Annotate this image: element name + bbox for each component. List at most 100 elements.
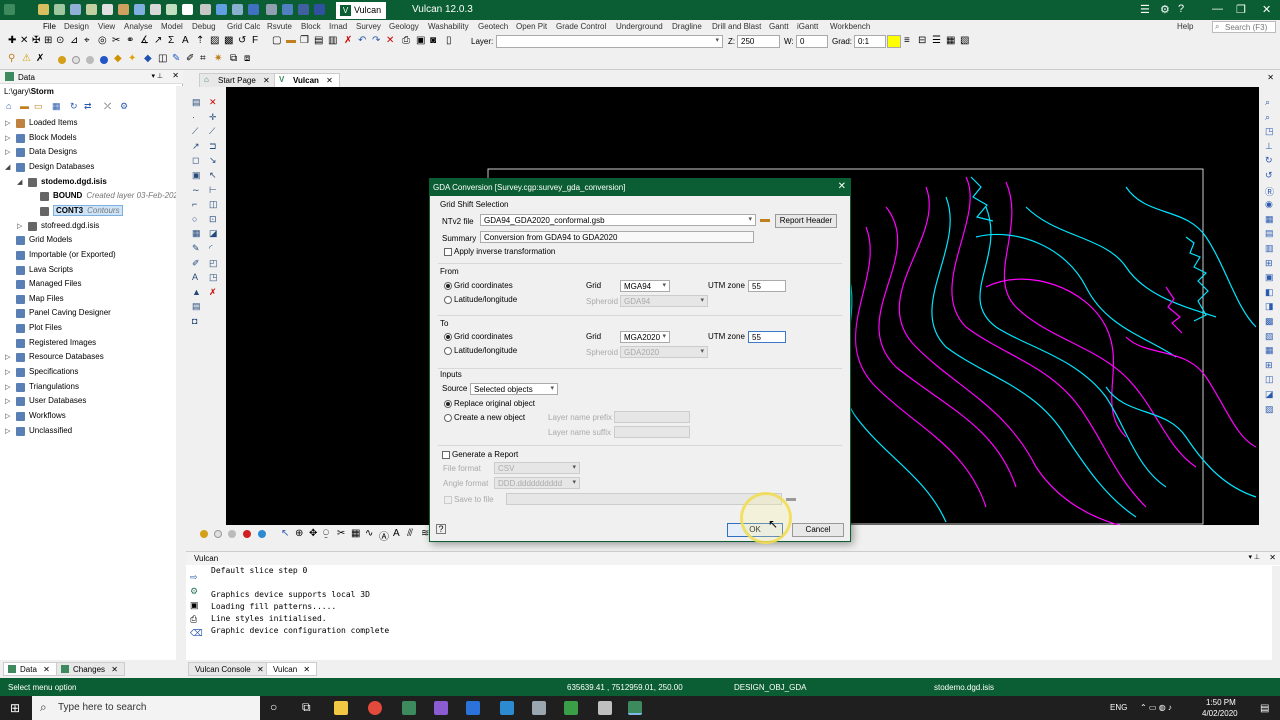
quick-action-icon[interactable] (102, 4, 113, 15)
grid-icon[interactable]: ▦ (192, 228, 201, 239)
to-grid-coordinates-radio[interactable] (444, 333, 452, 341)
search-input[interactable]: ⌕ Search (F3) (1212, 21, 1276, 33)
view-tool-icon[interactable]: ◨ (1265, 301, 1274, 312)
layer-suffix-input[interactable] (614, 426, 690, 438)
line-icon[interactable]: ⟋ (192, 126, 198, 137)
visual-studio-icon[interactable] (434, 701, 448, 715)
folder-icon[interactable]: ▬ (786, 493, 796, 504)
from-grid-select[interactable]: MGA94 ▾ (620, 280, 670, 292)
to-spheroid-select[interactable]: GDA2020 ▾ (620, 346, 708, 358)
layers-icon[interactable]: ◫ (158, 53, 167, 64)
attribute-icon[interactable]: ▦ (946, 35, 955, 46)
view-tool-icon[interactable]: ◪ (1265, 389, 1274, 400)
tree-expander-icon[interactable]: ▷ (5, 353, 10, 361)
move-icon[interactable]: ✛ (209, 112, 217, 123)
tree-item[interactable]: Plot Files (29, 323, 62, 332)
tree-item[interactable]: User Databases (29, 396, 86, 405)
snap-tool-icon[interactable]: ✠ (32, 35, 40, 46)
transform-icon[interactable]: ⧉ (230, 53, 237, 64)
menu-debug[interactable]: Debug (192, 22, 216, 31)
tree-expander-icon[interactable]: ▷ (5, 383, 10, 391)
menu-model[interactable]: Model (161, 22, 183, 31)
pattern-select-icon[interactable]: ⊟ (918, 35, 926, 46)
clock-time[interactable]: 1:50 PM (1206, 698, 1236, 707)
view-tool-icon[interactable]: ▣ (1265, 272, 1274, 283)
properties-icon[interactable]: ☰ (932, 35, 941, 46)
tree-item[interactable]: stofreed.dgd.isis (41, 221, 99, 230)
save-icon[interactable]: ▣ (190, 600, 199, 611)
quick-action-icon[interactable] (86, 4, 97, 15)
rectangle-icon[interactable]: ◻ (192, 155, 199, 166)
wand-icon[interactable]: ✷ (214, 53, 222, 64)
diamond-icon[interactable]: ◆ (144, 53, 152, 64)
tree-item[interactable]: Workflows (29, 411, 66, 420)
snap-point-icon[interactable]: ⊙ (56, 35, 64, 46)
tray-icons[interactable]: ⌃ ▭ ◍ ♪ (1140, 703, 1172, 712)
tag-icon[interactable]: ◘ (192, 316, 197, 326)
task-view-icon[interactable]: ⧉ (302, 700, 311, 715)
tree-item[interactable]: stodemo.dgd.isis (41, 177, 107, 186)
app-icon[interactable] (598, 701, 612, 715)
create-new-radio[interactable] (444, 414, 452, 422)
close-icon[interactable]: ✕ (43, 665, 50, 674)
menu-open-pit[interactable]: Open Pit (516, 22, 547, 31)
quick-action-icon[interactable] (248, 4, 259, 15)
grid-tool-icon[interactable]: ⊞ (44, 35, 52, 46)
close-icon[interactable]: ✕ (257, 665, 264, 674)
text-box-icon[interactable]: Ⓐ (379, 528, 389, 543)
view-tool-icon[interactable]: ▤ (1265, 228, 1274, 239)
quick-action-icon[interactable] (70, 4, 81, 15)
pick-icon[interactable]: ⇡ (196, 35, 204, 46)
generate-report-checkbox[interactable] (442, 451, 450, 459)
pen-icon[interactable]: ✎ (192, 243, 200, 254)
view-tool-icon[interactable]: ▨ (1265, 404, 1274, 415)
menu-gantt[interactable]: Gantt (769, 22, 789, 31)
pen-icon[interactable]: ✎ (172, 53, 180, 64)
scrollbar[interactable] (176, 86, 183, 660)
yellow-dot-icon[interactable] (58, 56, 66, 64)
stop-icon[interactable]: ✕ (386, 35, 394, 46)
quick-action-icon[interactable] (314, 4, 325, 15)
camera-icon[interactable]: ◙ (430, 35, 436, 46)
clear-icon[interactable]: ⌫ (190, 628, 203, 639)
blue-dot-icon[interactable] (258, 530, 266, 538)
angle-format-select[interactable]: DDD.dddddddddd ▾ (494, 477, 580, 489)
menu-block[interactable]: Block (301, 22, 321, 31)
tab-overflow-icon[interactable]: ✕ (1267, 73, 1274, 82)
menu-rsvute[interactable]: Rsvute (267, 22, 292, 31)
quick-action-icon[interactable] (150, 4, 161, 15)
save-to-file-checkbox[interactable] (444, 496, 452, 504)
replace-original-radio[interactable] (444, 400, 452, 408)
menu-grid-calc[interactable]: Grid Calc (227, 22, 260, 31)
menu-help[interactable]: Help (1177, 22, 1193, 31)
white-dot-icon[interactable] (214, 530, 222, 538)
quick-action-icon[interactable] (166, 4, 177, 15)
crosshair-icon[interactable]: ⊕ (295, 528, 303, 539)
text-icon[interactable]: A (393, 528, 400, 539)
home-icon[interactable]: ⌂ (6, 101, 11, 111)
sigma-icon[interactable]: Σ (168, 35, 174, 46)
save-icon[interactable]: ▣ (416, 35, 425, 46)
notifications-icon[interactable]: ▤ (1260, 703, 1269, 714)
chrome-icon[interactable] (368, 701, 382, 715)
pin-icon[interactable]: ▾ ⊥ (1248, 553, 1260, 561)
view-tool-icon[interactable]: ◳ (1265, 126, 1274, 137)
menu-grade-control[interactable]: Grade Control (556, 22, 606, 31)
tree-expander-icon[interactable]: ▷ (5, 427, 10, 435)
grey-dot-icon[interactable] (86, 56, 94, 64)
folder-open-icon[interactable]: ▭ (34, 101, 43, 112)
tree-item[interactable]: Specifications (29, 367, 78, 376)
cancel-button[interactable]: Cancel (792, 523, 844, 537)
menu-analyse[interactable]: Analyse (124, 22, 152, 31)
settings-icon[interactable]: ⚙ (120, 101, 128, 112)
delete-icon[interactable]: ✗ (344, 35, 352, 46)
layer-icon[interactable]: ▤ (192, 97, 201, 108)
view-tool-icon[interactable]: ▦ (1265, 214, 1274, 225)
quick-action-icon[interactable] (182, 4, 193, 15)
close-panel-icon[interactable]: ✕ (172, 71, 179, 80)
menu-drill-and-blast[interactable]: Drill and Blast (712, 22, 761, 31)
grey-dot-icon[interactable] (228, 530, 236, 538)
scissors-icon[interactable]: ✂ (337, 528, 345, 539)
arrow-icon[interactable]: ↗ (192, 141, 200, 152)
tree-item[interactable]: Grid Models (29, 235, 72, 244)
